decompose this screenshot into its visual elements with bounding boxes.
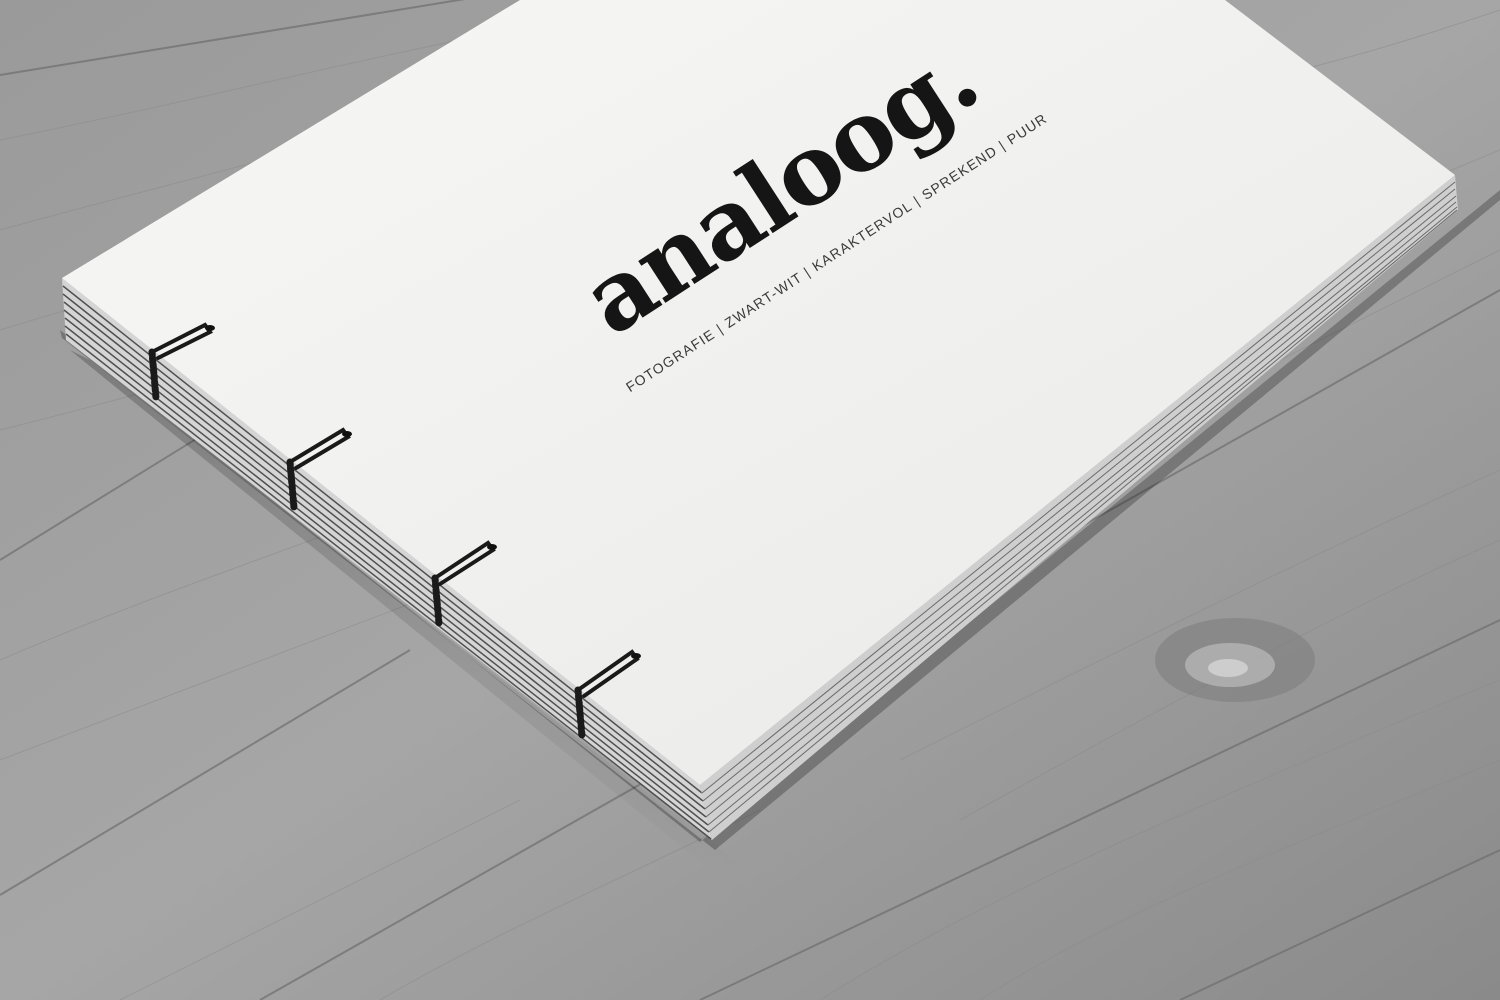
wood-knot: [1155, 618, 1315, 702]
photo-scene: analoog. FOTOGRAFIE | ZWART-WIT | KARAKT…: [0, 0, 1500, 1000]
